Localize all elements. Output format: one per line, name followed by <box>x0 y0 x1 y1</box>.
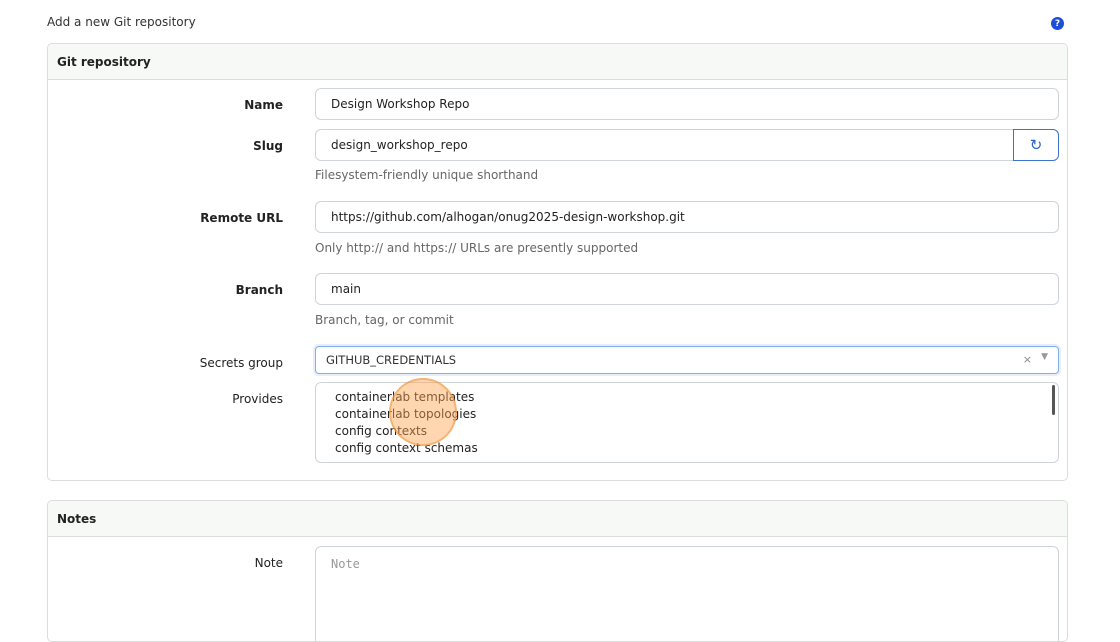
provides-option[interactable]: containerlab topologies <box>335 407 476 421</box>
remote-url-label: Remote URL <box>200 211 283 225</box>
provides-option[interactable]: containerlab templates <box>335 390 474 404</box>
provides-option[interactable]: config contexts <box>335 424 427 438</box>
page-title: Add a new Git repository <box>47 15 196 29</box>
note-label: Note <box>254 556 283 570</box>
note-textarea[interactable]: Note <box>315 546 1059 641</box>
chevron-down-icon[interactable]: ▼ <box>1041 352 1048 362</box>
name-input[interactable]: Design Workshop Repo <box>315 88 1059 120</box>
branch-label: Branch <box>235 283 283 297</box>
secrets-group-label: Secrets group <box>199 356 283 370</box>
git-repository-panel: Git repository Name Design Workshop Repo… <box>47 43 1068 481</box>
panel-heading: Git repository <box>48 44 1067 80</box>
slug-label: Slug <box>253 139 283 153</box>
listbox-scrollbar[interactable] <box>1052 385 1055 415</box>
secrets-group-select[interactable]: GITHUB_CREDENTIALS × ▼ <box>315 346 1059 374</box>
branch-help-text: Branch, tag, or commit <box>315 313 454 327</box>
secrets-group-value: GITHUB_CREDENTIALS <box>326 353 457 367</box>
panel-heading: Notes <box>48 501 1067 537</box>
provides-label: Provides <box>232 392 283 406</box>
provides-listbox[interactable]: containerlab templates containerlab topo… <box>315 382 1059 463</box>
name-label: Name <box>244 98 283 112</box>
notes-panel: Notes Note Note <box>47 500 1068 642</box>
slug-input[interactable]: design_workshop_repo <box>315 129 1015 161</box>
remote-url-input[interactable]: https://github.com/alhogan/onug2025-desi… <box>315 201 1059 233</box>
branch-input[interactable]: main <box>315 273 1059 305</box>
provides-option[interactable]: config context schemas <box>335 441 478 455</box>
refresh-icon: ↻ <box>1029 136 1043 154</box>
remote-url-help-text: Only http:// and https:// URLs are prese… <box>315 241 639 255</box>
help-icon[interactable]: ? <box>1051 17 1064 30</box>
clear-selection-icon[interactable]: × <box>1023 353 1032 366</box>
slug-help-text: Filesystem-friendly unique shorthand <box>315 168 539 182</box>
slug-refresh-button[interactable]: ↻ <box>1013 129 1059 161</box>
